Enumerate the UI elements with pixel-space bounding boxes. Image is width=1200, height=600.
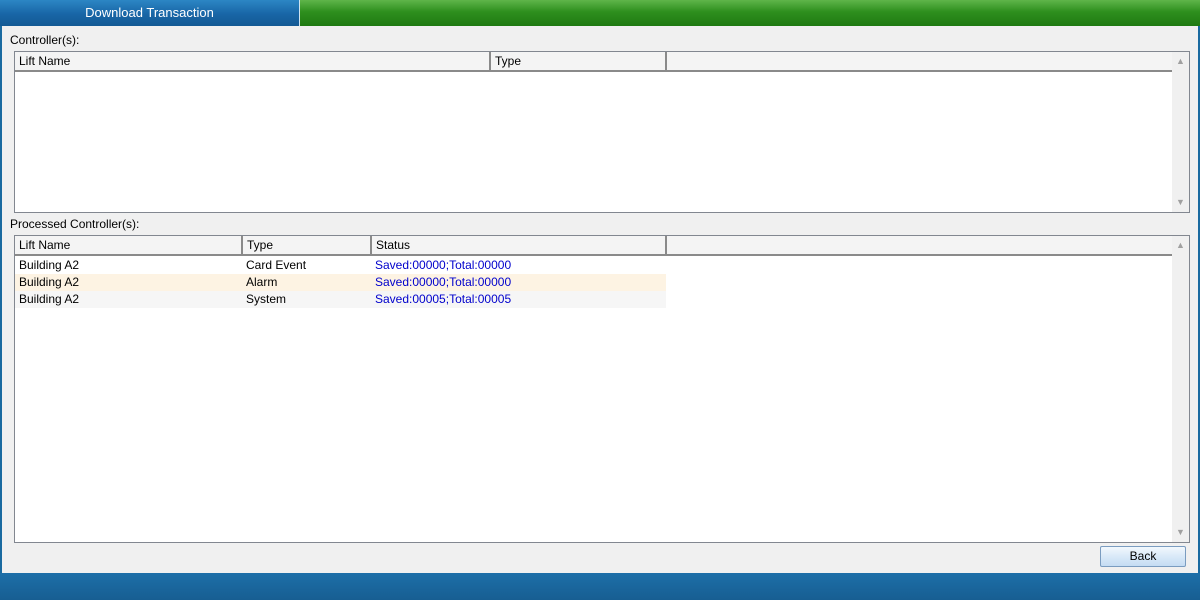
table-row[interactable]: Building A2 Card Event Saved:00000;Total… bbox=[15, 257, 666, 274]
cell-type: System bbox=[246, 292, 287, 306]
cell-type: Card Event bbox=[246, 258, 307, 272]
processed-controllers-list[interactable]: Lift Name Type Status Building A2 Card E… bbox=[14, 235, 1190, 543]
controllers-scrollbar[interactable]: ▲ ▼ bbox=[1172, 52, 1189, 212]
scroll-down-icon[interactable]: ▼ bbox=[1172, 524, 1189, 541]
cell-status: Saved:00000;Total:00000 bbox=[375, 275, 512, 289]
table-row[interactable]: Building A2 System Saved:00005;Total:000… bbox=[15, 291, 666, 308]
processed-controllers-label: Processed Controller(s): bbox=[10, 217, 140, 231]
scroll-down-icon[interactable]: ▼ bbox=[1172, 194, 1189, 211]
cell-status: Saved:00000;Total:00000 bbox=[375, 258, 512, 272]
title-bar: Download Transaction bbox=[0, 0, 1200, 26]
cell-status: Saved:00005;Total:00005 bbox=[375, 292, 512, 306]
cell-lift-name: Building A2 bbox=[19, 292, 80, 306]
back-button[interactable]: Back bbox=[1100, 546, 1186, 567]
column-header-lift-name[interactable]: Lift Name bbox=[15, 236, 243, 254]
cell-type: Alarm bbox=[246, 275, 278, 289]
scroll-up-icon[interactable]: ▲ bbox=[1172, 237, 1189, 254]
tab-download-transaction[interactable]: Download Transaction bbox=[0, 0, 300, 26]
controllers-label: Controller(s): bbox=[10, 33, 80, 47]
table-row[interactable]: Building A2 Alarm Saved:00000;Total:0000… bbox=[15, 274, 666, 291]
column-header-status[interactable]: Status bbox=[372, 236, 667, 254]
bottom-bar bbox=[0, 573, 1200, 600]
column-header-type[interactable]: Type bbox=[243, 236, 372, 254]
processed-scrollbar[interactable]: ▲ ▼ bbox=[1172, 236, 1189, 542]
column-header-lift-name[interactable]: Lift Name bbox=[15, 52, 491, 70]
controllers-list[interactable]: Lift Name Type ▲ ▼ bbox=[14, 51, 1190, 213]
column-header-type[interactable]: Type bbox=[491, 52, 667, 70]
main-panel: Controller(s): Lift Name Type ▲ ▼ Proces… bbox=[2, 26, 1198, 573]
cell-lift-name: Building A2 bbox=[19, 275, 80, 289]
controllers-list-header: Lift Name Type bbox=[15, 52, 1173, 72]
cell-lift-name: Building A2 bbox=[19, 258, 80, 272]
processed-list-header: Lift Name Type Status bbox=[15, 236, 1173, 256]
scroll-up-icon[interactable]: ▲ bbox=[1172, 53, 1189, 70]
